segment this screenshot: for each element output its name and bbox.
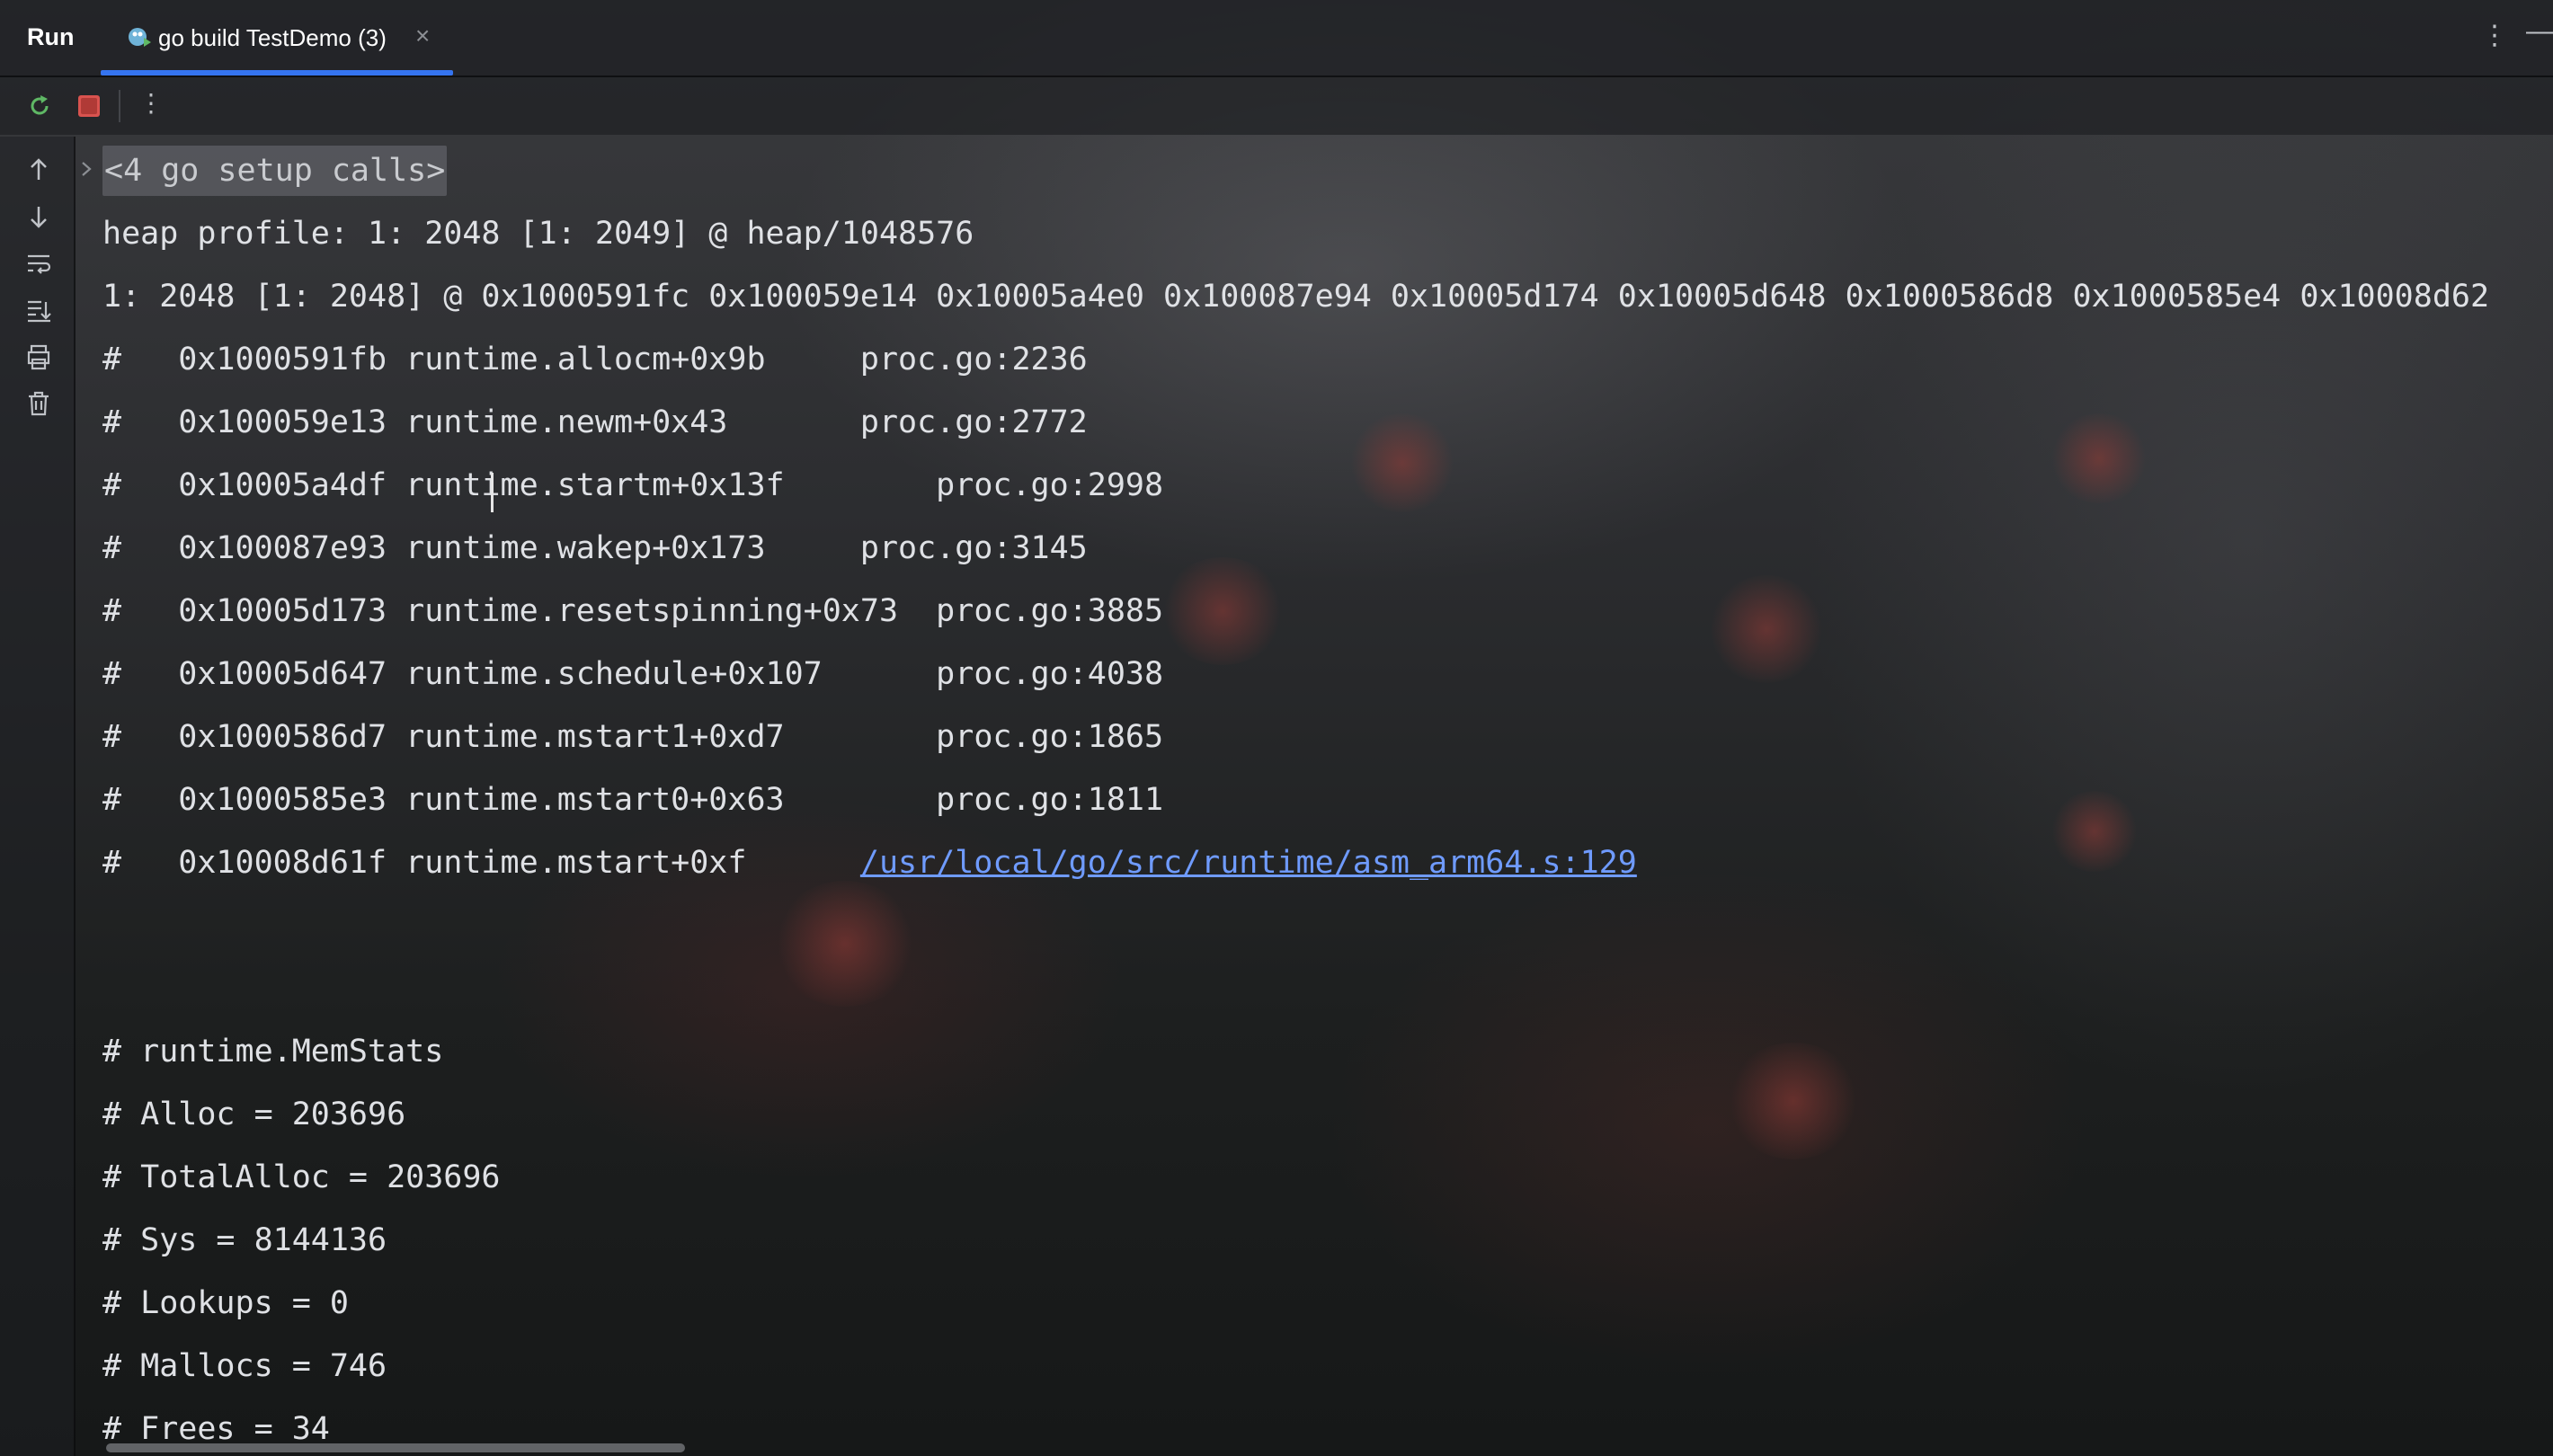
stop-icon[interactable] xyxy=(76,93,102,120)
memstats-line: # Lookups = 0 xyxy=(102,1285,349,1321)
stack-frame-location: proc.go:3885 xyxy=(936,593,1164,629)
run-toolbar: ⋮ xyxy=(0,77,2553,135)
stack-frame-text: # 0x1000591fb runtime.allocm+0x9b xyxy=(102,342,860,377)
stack-frame-line: # 0x1000591fb runtime.allocm+0x9b proc.g… xyxy=(102,334,1088,385)
run-window-title: Run xyxy=(27,23,75,50)
run-tool-window-header: Run go build TestDemo (3) × ⋮ — xyxy=(0,0,2553,77)
stack-frame-text: # 0x10008d61f runtime.mstart+0xf xyxy=(102,845,860,881)
go-run-config-icon xyxy=(129,28,151,47)
sample-address-line: 1: 2048 [1: 2048] @ 0x1000591fc 0x100059… xyxy=(102,279,2490,315)
horizontal-scrollbar[interactable] xyxy=(106,1443,685,1452)
stack-frame-text: # 0x100059e13 runtime.newm+0x43 xyxy=(102,404,860,440)
rerun-icon[interactable] xyxy=(25,92,54,120)
stack-frame-location: proc.go:2772 xyxy=(859,404,1088,440)
stack-frame-line: # 0x1000586d7 runtime.mstart1+0xd7 proc.… xyxy=(102,712,1163,762)
trash-icon[interactable] xyxy=(23,388,54,419)
stack-frame-location: proc.go:4038 xyxy=(936,656,1164,692)
stack-frame-text: # 0x10005a4df runtime.startm+0x13f xyxy=(102,467,937,503)
arrow-down-icon[interactable] xyxy=(23,201,54,232)
memstats-line: # TotalAlloc = 203696 xyxy=(102,1159,501,1195)
stack-frame-text: # 0x1000586d7 runtime.mstart1+0xd7 xyxy=(102,719,937,755)
stack-frame-line: # 0x10008d61f runtime.mstart+0xf /usr/lo… xyxy=(102,838,1637,888)
tab-go-build-testdemo[interactable]: go build TestDemo (3) × xyxy=(101,0,453,75)
kebab-vertical-icon[interactable]: ⋮ xyxy=(138,88,164,118)
stack-frame-location: proc.go:1865 xyxy=(936,719,1164,755)
scroll-to-end-icon[interactable] xyxy=(23,295,54,325)
stack-frame-location: proc.go:1811 xyxy=(936,782,1164,818)
stack-frame-location: proc.go:2998 xyxy=(936,467,1164,503)
minimize-icon[interactable]: — xyxy=(2526,16,2553,47)
stack-frame-line: # 0x10005d173 runtime.resetspinning+0x73… xyxy=(102,586,1163,636)
text-caret xyxy=(491,473,494,512)
source-file-link[interactable]: /usr/local/go/src/runtime/asm_arm64.s:12… xyxy=(860,845,1637,881)
arrow-up-icon[interactable] xyxy=(23,155,54,185)
folded-setup-calls[interactable]: <4 go setup calls> xyxy=(102,146,448,196)
console-output[interactable]: <4 go setup calls> heap profile: 1: 2048… xyxy=(76,137,2553,1449)
toolbar-separator xyxy=(119,90,120,122)
memstats-line: # runtime.MemStats xyxy=(102,1034,444,1070)
stack-frame-location: proc.go:2236 xyxy=(859,342,1088,377)
chevron-right-icon[interactable] xyxy=(77,160,95,178)
active-tab-indicator xyxy=(101,70,453,75)
memstats-line: # Mallocs = 746 xyxy=(102,1348,387,1384)
stack-frame-line: # 0x1000585e3 runtime.mstart0+0x63 proc.… xyxy=(102,775,1163,825)
tab-label: go build TestDemo (3) xyxy=(158,24,387,51)
memstats-line: # Alloc = 203696 xyxy=(102,1096,406,1132)
stack-frame-line: # 0x100087e93 runtime.wakep+0x173 proc.g… xyxy=(102,523,1088,573)
heap-profile-line: heap profile: 1: 2048 [1: 2049] @ heap/1… xyxy=(102,216,974,252)
stack-frame-line: # 0x10005d647 runtime.schedule+0x107 pro… xyxy=(102,649,1163,699)
stack-frame-text: # 0x10005d647 runtime.schedule+0x107 xyxy=(102,656,937,692)
memstats-line: # Frees = 34 xyxy=(102,1411,330,1447)
stack-frame-text: # 0x10005d173 runtime.resetspinning+0x73 xyxy=(102,593,937,629)
memstats-line: # Sys = 8144136 xyxy=(102,1222,387,1258)
stack-frame-text: # 0x1000585e3 runtime.mstart0+0x63 xyxy=(102,782,937,818)
stack-frame-location: proc.go:3145 xyxy=(859,530,1088,566)
stack-frame-line: # 0x10005a4df runtime.startm+0x13f proc.… xyxy=(102,460,1163,510)
console-side-toolbar xyxy=(0,137,76,1456)
stack-frame-line: # 0x100059e13 runtime.newm+0x43 proc.go:… xyxy=(102,397,1088,448)
print-icon[interactable] xyxy=(23,342,54,372)
soft-wrap-icon[interactable] xyxy=(23,248,54,279)
stack-frame-text: # 0x100087e93 runtime.wakep+0x173 xyxy=(102,530,860,566)
tab-close-button[interactable]: × xyxy=(415,22,430,50)
kebab-vertical-icon[interactable]: ⋮ xyxy=(2481,20,2508,51)
